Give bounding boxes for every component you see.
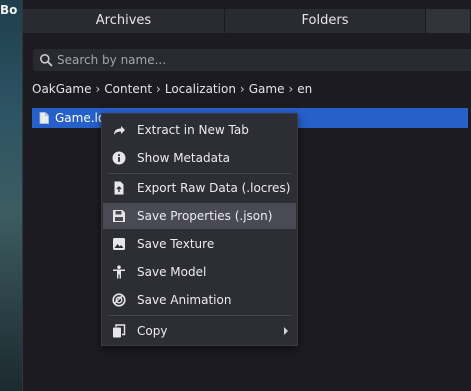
copy-icon: [113, 324, 126, 338]
breadcrumb-item-game[interactable]: Game: [249, 82, 285, 96]
tab-bar: Archives Folders: [23, 9, 471, 33]
info-icon: [112, 151, 126, 165]
menu-item-show-metadata[interactable]: Show Metadata: [103, 145, 296, 171]
background-logo-fragment: Bo: [0, 3, 18, 17]
file-icon: [39, 112, 49, 124]
menu-item-label: Show Metadata: [137, 151, 231, 165]
chevron-right-icon: ›: [288, 82, 294, 96]
menu-divider: [108, 315, 291, 316]
save-icon: [113, 210, 125, 222]
chevron-right-icon: ›: [95, 82, 101, 96]
breadcrumb-item-en[interactable]: en: [297, 82, 312, 96]
menu-item-save-model[interactable]: Save Model: [103, 259, 296, 285]
breadcrumb-item-oakgame[interactable]: OakGame: [32, 82, 91, 96]
tab-archives[interactable]: Archives: [23, 9, 225, 33]
search-icon: [40, 54, 53, 67]
chevron-right-icon: ›: [156, 82, 161, 96]
animation-icon: [112, 293, 126, 307]
menu-item-label: Save Properties (.json): [137, 209, 273, 223]
menu-item-save-animation[interactable]: Save Animation: [103, 287, 296, 313]
menu-item-save-properties[interactable]: Save Properties (.json): [103, 203, 296, 229]
menu-item-export-raw-data[interactable]: Export Raw Data (.locres): [103, 175, 296, 201]
chevron-right-icon: ›: [239, 82, 245, 96]
context-menu: Extract in New Tab Show Metadata Export …: [101, 113, 298, 346]
submenu-arrow-icon: [284, 327, 288, 335]
menu-item-label: Save Model: [137, 265, 207, 279]
menu-item-extract-new-tab[interactable]: Extract in New Tab: [103, 117, 296, 143]
menu-item-label: Export Raw Data (.locres): [137, 181, 291, 195]
search-input[interactable]: [57, 49, 467, 71]
menu-item-copy[interactable]: Copy: [103, 318, 296, 344]
menu-item-label: Save Texture: [137, 237, 215, 251]
image-icon: [113, 238, 125, 250]
background-game-art: Bo: [0, 0, 22, 391]
tab-folders[interactable]: Folders: [225, 9, 426, 33]
tab-third[interactable]: [426, 9, 471, 33]
menu-item-label: Extract in New Tab: [137, 123, 249, 137]
breadcrumb-item-localization[interactable]: Localization: [165, 82, 236, 96]
menu-divider: [108, 173, 291, 174]
menu-item-save-texture[interactable]: Save Texture: [103, 231, 296, 257]
search-bar: [33, 49, 471, 71]
breadcrumb-item-content[interactable]: Content: [104, 82, 152, 96]
menu-item-label: Save Animation: [137, 293, 232, 307]
file-export-icon: [114, 181, 124, 195]
breadcrumb: OakGame › Content › Localization › Game …: [32, 81, 312, 97]
person-icon: [113, 265, 125, 279]
share-arrow-icon: [114, 126, 125, 135]
menu-item-label: Copy: [137, 324, 168, 338]
